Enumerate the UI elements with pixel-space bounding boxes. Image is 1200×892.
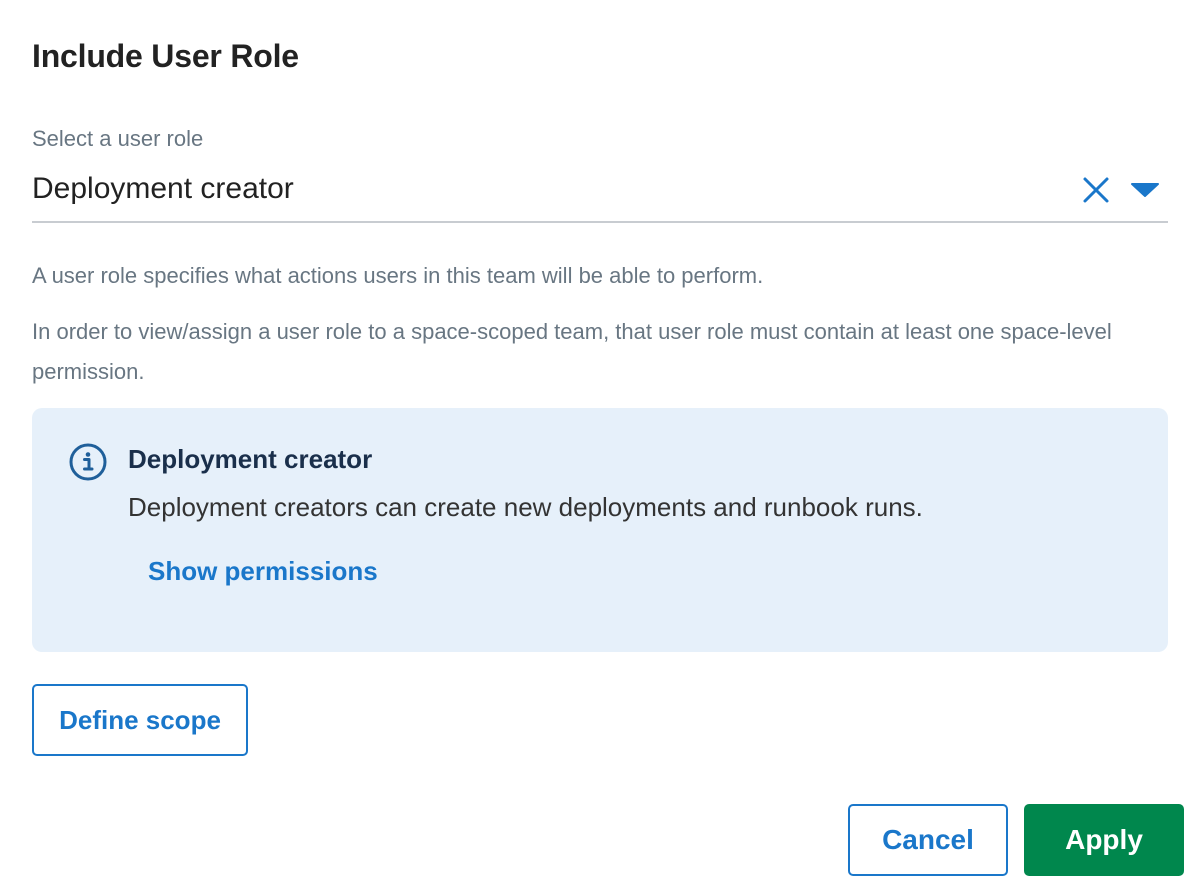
- role-info-title: Deployment creator: [128, 444, 373, 474]
- info-icon: [68, 442, 108, 482]
- dialog-title: Include User Role: [32, 38, 299, 74]
- apply-button[interactable]: Apply: [1024, 804, 1184, 876]
- role-info-description: Deployment creators can create new deplo…: [128, 492, 923, 522]
- cancel-button[interactable]: Cancel: [848, 804, 1008, 876]
- define-scope-button[interactable]: Define scope: [32, 684, 248, 756]
- show-permissions-link[interactable]: Show permissions: [148, 556, 378, 587]
- role-select[interactable]: Deployment creator: [32, 166, 1168, 223]
- help-text-space-scoped: In order to view/assign a user role to a…: [32, 319, 1112, 384]
- role-select-value: Deployment creator: [32, 172, 294, 205]
- include-user-role-dialog: Include User Role Select a user role Dep…: [0, 0, 1200, 892]
- role-info-callout: Deployment creator Deployment creators c…: [32, 408, 1168, 652]
- help-text-role-purpose: A user role specifies what actions users…: [32, 263, 764, 288]
- caret-down-icon[interactable]: [1128, 178, 1162, 202]
- close-icon[interactable]: [1080, 174, 1112, 206]
- role-select-label: Select a user role: [32, 126, 204, 151]
